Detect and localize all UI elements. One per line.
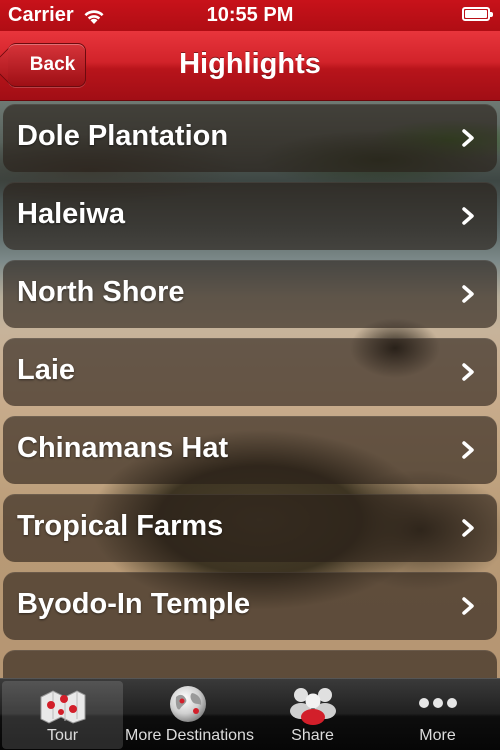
globe-icon <box>166 683 210 730</box>
list-item-north-shore[interactable]: North Shore <box>3 260 497 328</box>
list-item-tropical-farms[interactable]: Tropical Farms <box>3 494 497 562</box>
tab-share-label: Share <box>291 727 334 744</box>
list-item-label: Dole Plantation <box>17 120 229 152</box>
chevron-right-icon <box>462 207 474 225</box>
list-item-label: Haleiwa <box>17 198 125 230</box>
list-item-chinamans-hat[interactable]: Chinamans Hat <box>3 416 497 484</box>
tab-share[interactable]: Share <box>250 679 375 750</box>
chevron-right-icon <box>462 285 474 303</box>
list-item-label: Chinamans Hat <box>17 432 229 464</box>
tab-more-destinations[interactable]: More Destinations <box>125 679 254 750</box>
chevron-right-icon <box>462 363 474 381</box>
list-item-label: Tropical Farms <box>17 510 224 542</box>
tab-more-destinations-label: More Destinations <box>125 727 254 744</box>
navigation-bar: Back Highlights <box>0 31 500 101</box>
ellipsis-icon <box>412 683 464 730</box>
chevron-right-icon <box>462 129 474 147</box>
list-item-laie[interactable]: Laie <box>3 338 497 406</box>
list-item-haleiwa[interactable]: Haleiwa <box>3 182 497 250</box>
chevron-right-icon <box>462 597 474 615</box>
back-button-label: Back <box>29 54 76 75</box>
battery-icon <box>462 7 493 21</box>
list-item-label: Laie <box>17 354 76 386</box>
list-item-byodo-in-temple[interactable]: Byodo-In Temple <box>3 572 497 640</box>
highlights-list-background: Dole Plantation Haleiwa North Shore Laie… <box>0 100 500 678</box>
chevron-right-icon <box>462 441 474 459</box>
tab-tour[interactable]: Tour <box>2 681 123 749</box>
status-time: 10:55 PM <box>206 4 294 26</box>
app-screen: Carrier 10:55 PM Back Highlights Dole Pl… <box>0 0 500 750</box>
people-icon <box>287 683 339 730</box>
tab-tour-label: Tour <box>46 727 79 744</box>
map-icon <box>37 685 89 730</box>
chevron-right-icon <box>462 519 474 537</box>
tab-more-label: More <box>419 727 456 744</box>
list-item-label: North Shore <box>17 276 185 308</box>
list-item-partial[interactable] <box>3 650 497 678</box>
tab-bar: Tour More Destinations Share More <box>0 678 500 750</box>
list-item-dole-plantation[interactable]: Dole Plantation <box>3 104 497 172</box>
status-bar: Carrier 10:55 PM <box>0 0 500 31</box>
list-item-label: Byodo-In Temple <box>17 588 251 620</box>
tab-more[interactable]: More <box>375 679 500 750</box>
